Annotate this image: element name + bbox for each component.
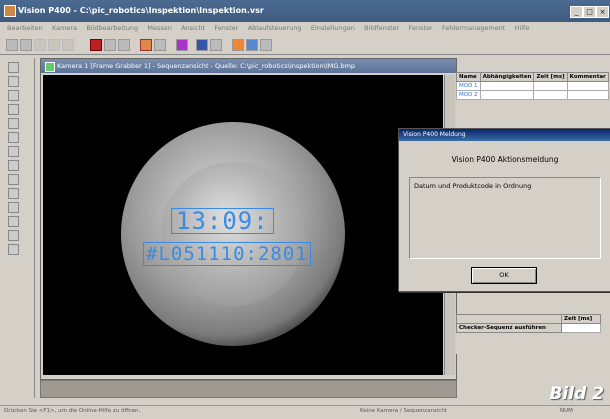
gear-tool-icon[interactable] xyxy=(8,230,19,241)
camera-image-view[interactable]: 13:09: #L051110:2801 xyxy=(43,75,443,375)
table-header-row: Name Abhängigkeiten Zeit [ms] Kommentar xyxy=(456,72,609,82)
figure-label: Bild 2 xyxy=(549,384,604,404)
column-header[interactable]: Kommentar xyxy=(566,72,609,82)
save-icon[interactable] xyxy=(196,39,208,51)
sequence-table: Zeit [ms] Checker-Sequenz ausführen xyxy=(456,314,601,333)
image-icon[interactable] xyxy=(118,39,130,51)
app-icon xyxy=(4,5,16,17)
menu-item[interactable]: Hilfe xyxy=(515,24,530,32)
pattern-tool-icon[interactable] xyxy=(8,146,19,157)
row-label: Checker-Sequenz ausführen xyxy=(456,323,562,333)
menu-item[interactable]: Fenster xyxy=(409,24,433,32)
results-table: Name Abhängigkeiten Zeit [ms] Kommentar … xyxy=(456,72,609,100)
circle-tool-icon[interactable] xyxy=(8,104,19,115)
message-dialog: Vision P400 Meldung Vision P400 Aktionsm… xyxy=(398,128,610,292)
grid-icon[interactable] xyxy=(176,39,188,51)
undo-icon[interactable] xyxy=(62,39,74,51)
dialog-message: Datum und Produktcode in Ordnung xyxy=(414,182,532,190)
table-cell xyxy=(566,90,609,100)
camera-icon[interactable] xyxy=(104,39,116,51)
tools-icon[interactable] xyxy=(140,39,152,51)
menu-item[interactable]: Bearbeiten xyxy=(7,24,43,32)
table-header-row: Zeit [ms] xyxy=(456,314,601,324)
table-row[interactable]: MOD 2 xyxy=(456,90,609,100)
title-bar: Vision P400 - C:\pic_robotics\Inspektion… xyxy=(0,0,610,22)
rect-tool-icon[interactable] xyxy=(8,90,19,101)
settings-icon[interactable] xyxy=(154,39,166,51)
close-button[interactable]: × xyxy=(596,6,609,18)
paste-icon[interactable] xyxy=(48,39,60,51)
menu-item[interactable]: Kamera xyxy=(52,24,77,32)
menu-item[interactable]: Ablaufsteuerung xyxy=(248,24,302,32)
dialog-title: Vision P400 Meldung xyxy=(403,131,466,138)
horizontal-scrollbar[interactable] xyxy=(40,380,457,398)
status-help-text: Drücken Sie <F1>, um die Online-Hilfe zu… xyxy=(4,408,141,414)
record-icon[interactable] xyxy=(90,39,102,51)
table-cell xyxy=(479,81,535,91)
table-cell xyxy=(561,323,601,333)
menu-item[interactable]: Ansicht xyxy=(181,24,205,32)
blob-tool-icon[interactable] xyxy=(8,174,19,185)
pointer-tool-icon[interactable] xyxy=(8,62,19,73)
menu-item[interactable]: Fenster xyxy=(214,24,238,32)
menu-item[interactable]: Fehlermanagement xyxy=(442,24,505,32)
menu-item[interactable]: Bildfenster xyxy=(364,24,399,32)
window-title: Vision P400 - C:\pic_robotics\Inspektion… xyxy=(18,6,264,15)
camera-window: Kamera 1 [Frame Grabber 1] - Sequenzansi… xyxy=(40,58,457,380)
menu-bar: Bearbeiten Kamera Bildbearbeitung Messen… xyxy=(0,22,610,36)
table-cell xyxy=(533,90,568,100)
filter-tool-icon[interactable] xyxy=(8,202,19,213)
print-icon[interactable] xyxy=(210,39,222,51)
inspected-part-image: 13:09: #L051110:2801 xyxy=(121,122,345,346)
arrow-icon[interactable] xyxy=(6,39,18,51)
edge-tool-icon[interactable] xyxy=(8,118,19,129)
line-tool-icon[interactable] xyxy=(8,76,19,87)
check-tool-icon[interactable] xyxy=(8,216,19,227)
toolbar xyxy=(0,36,610,55)
column-header[interactable]: Zeit [ms] xyxy=(533,72,568,82)
ocr-tool-icon[interactable] xyxy=(8,160,19,171)
monitor-icon[interactable] xyxy=(246,39,258,51)
copy-icon[interactable] xyxy=(34,39,46,51)
table-cell xyxy=(533,81,568,91)
minimize-button[interactable]: _ xyxy=(570,6,583,18)
ocr-result-time: 13:09: xyxy=(171,208,274,234)
menu-item[interactable]: Einstellungen xyxy=(311,24,355,32)
dialog-message-box: Datum und Produktcode in Ordnung xyxy=(409,177,601,259)
status-bar: Drücken Sie <F1>, um die Online-Hilfe zu… xyxy=(0,405,610,419)
camera-window-title: Kamera 1 [Frame Grabber 1] - Sequenzansi… xyxy=(57,62,356,70)
histogram-tool-icon[interactable] xyxy=(8,188,19,199)
cut-icon[interactable] xyxy=(20,39,32,51)
table-cell xyxy=(566,81,609,91)
table-cell: MOD 2 xyxy=(456,90,481,100)
maximize-button[interactable]: □ xyxy=(583,6,596,18)
camera-icon xyxy=(45,62,55,72)
dialog-titlebar[interactable]: Vision P400 Meldung xyxy=(399,129,610,141)
camera-window-titlebar[interactable]: Kamera 1 [Frame Grabber 1] - Sequenzansi… xyxy=(41,59,456,73)
status-num-indicator: NUM xyxy=(560,408,573,414)
menu-item[interactable]: Bildbearbeitung xyxy=(86,24,138,32)
ocr-result-code: #L051110:2801 xyxy=(143,242,311,266)
column-header[interactable]: Abhängigkeiten xyxy=(479,72,535,82)
tool-palette xyxy=(2,58,35,398)
column-header[interactable]: Name xyxy=(456,72,481,82)
menu-item[interactable]: Messen xyxy=(147,24,172,32)
sequence-panel: Zeit [ms] Checker-Sequenz ausführen xyxy=(456,314,610,354)
table-row[interactable]: Checker-Sequenz ausführen xyxy=(456,323,601,333)
table-cell xyxy=(479,90,535,100)
dialog-heading: Vision P400 Aktionsmeldung xyxy=(451,155,559,164)
status-camera-text: Keine Kamera / Sequenzansicht xyxy=(360,408,447,414)
table-cell: MOD 1 xyxy=(456,81,481,91)
column-header[interactable]: Zeit [ms] xyxy=(561,314,601,324)
target-tool-icon[interactable] xyxy=(8,244,19,255)
ok-button[interactable]: OK xyxy=(471,267,537,284)
table-row[interactable]: MOD 1 xyxy=(456,81,609,91)
help-icon[interactable] xyxy=(260,39,272,51)
caliper-tool-icon[interactable] xyxy=(8,132,19,143)
run-icon[interactable] xyxy=(232,39,244,51)
column-header[interactable] xyxy=(456,314,562,324)
